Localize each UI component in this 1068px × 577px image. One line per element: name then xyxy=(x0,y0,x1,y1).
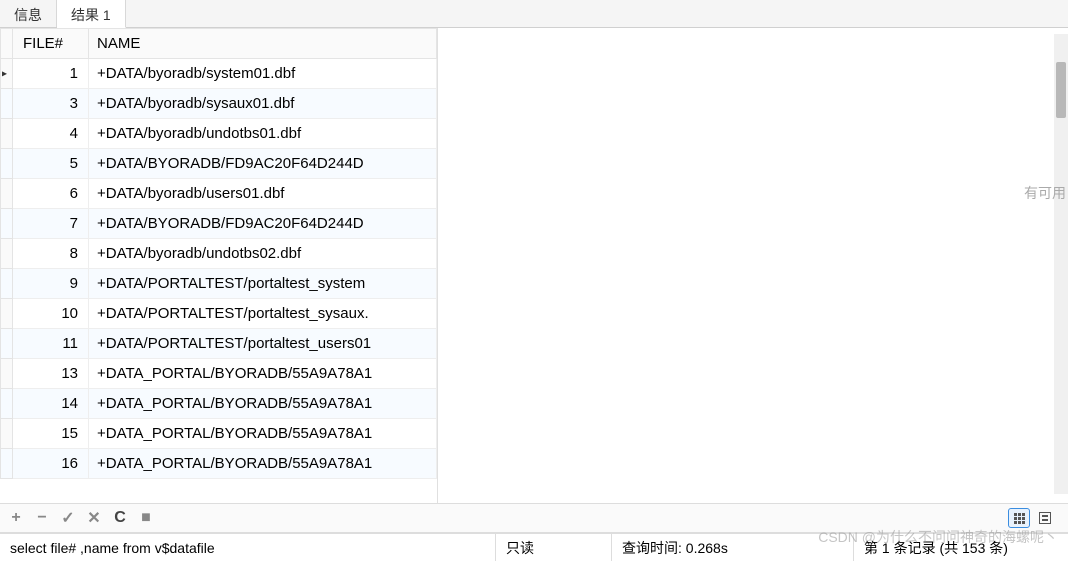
scrollbar-thumb[interactable] xyxy=(1056,62,1066,118)
status-sql: select file# ,name from v$datafile xyxy=(0,534,496,561)
cell-name[interactable]: +DATA_PORTAL/BYORADB/55A9A78A1 xyxy=(89,359,437,389)
table-row[interactable]: 16+DATA_PORTAL/BYORADB/55A9A78A1 xyxy=(1,449,437,479)
cell-file[interactable]: 14 xyxy=(13,389,89,419)
cell-file[interactable]: 1 xyxy=(13,59,89,89)
table-row[interactable]: 9+DATA/PORTALTEST/portaltest_system xyxy=(1,269,437,299)
cell-file[interactable]: 10 xyxy=(13,299,89,329)
tab-result-1[interactable]: 结果 1 xyxy=(57,0,126,28)
table-row[interactable]: 8+DATA/byoradb/undotbs02.dbf xyxy=(1,239,437,269)
cell-name[interactable]: +DATA/BYORADB/FD9AC20F64D244D xyxy=(89,209,437,239)
cell-name[interactable]: +DATA/byoradb/undotbs02.dbf xyxy=(89,239,437,269)
cell-name[interactable]: +DATA/byoradb/undotbs01.dbf xyxy=(89,119,437,149)
cell-file[interactable]: 5 xyxy=(13,149,89,179)
row-handle-header xyxy=(1,29,13,59)
vertical-scrollbar[interactable] xyxy=(1054,34,1068,494)
results-grid: FILE# NAME 1+DATA/byoradb/system01.dbf3+… xyxy=(0,28,438,503)
row-handle[interactable] xyxy=(1,419,13,449)
cell-file[interactable]: 3 xyxy=(13,89,89,119)
results-table: FILE# NAME 1+DATA/byoradb/system01.dbf3+… xyxy=(0,28,437,479)
row-handle[interactable] xyxy=(1,239,13,269)
side-hint-text: 有可用 xyxy=(1024,183,1066,203)
cell-file[interactable]: 6 xyxy=(13,179,89,209)
row-handle[interactable] xyxy=(1,299,13,329)
column-header-name[interactable]: NAME xyxy=(89,29,437,59)
refresh-button[interactable]: C xyxy=(110,508,130,528)
status-bar: select file# ,name from v$datafile 只读 查询… xyxy=(0,533,1068,561)
cell-name[interactable]: +DATA/PORTALTEST/portaltest_system xyxy=(89,269,437,299)
cell-name[interactable]: +DATA/PORTALTEST/portaltest_sysaux. xyxy=(89,299,437,329)
table-row[interactable]: 14+DATA_PORTAL/BYORADB/55A9A78A1 xyxy=(1,389,437,419)
grid-toolbar: + − ✓ ✕ C ■ xyxy=(0,503,1068,533)
cell-file[interactable]: 7 xyxy=(13,209,89,239)
row-handle[interactable] xyxy=(1,329,13,359)
table-row[interactable]: 7+DATA/BYORADB/FD9AC20F64D244D xyxy=(1,209,437,239)
row-handle[interactable] xyxy=(1,449,13,479)
table-row[interactable]: 1+DATA/byoradb/system01.dbf xyxy=(1,59,437,89)
content-area: FILE# NAME 1+DATA/byoradb/system01.dbf3+… xyxy=(0,28,1068,503)
table-row[interactable]: 13+DATA_PORTAL/BYORADB/55A9A78A1 xyxy=(1,359,437,389)
add-row-button[interactable]: + xyxy=(6,508,26,528)
cell-file[interactable]: 4 xyxy=(13,119,89,149)
row-handle[interactable] xyxy=(1,209,13,239)
row-handle[interactable] xyxy=(1,359,13,389)
stop-button[interactable]: ■ xyxy=(136,508,156,528)
status-record: 第 1 条记录 (共 153 条) xyxy=(854,534,1068,561)
cell-file[interactable]: 15 xyxy=(13,419,89,449)
form-view-button[interactable] xyxy=(1034,508,1056,528)
row-handle[interactable] xyxy=(1,119,13,149)
cell-name[interactable]: +DATA/byoradb/users01.dbf xyxy=(89,179,437,209)
grid-view-button[interactable] xyxy=(1008,508,1030,528)
confirm-button[interactable]: ✓ xyxy=(58,508,78,528)
tabs-bar: 信息 结果 1 xyxy=(0,0,1068,28)
cell-name[interactable]: +DATA/BYORADB/FD9AC20F64D244D xyxy=(89,149,437,179)
cell-name[interactable]: +DATA/byoradb/sysaux01.dbf xyxy=(89,89,437,119)
table-row[interactable]: 4+DATA/byoradb/undotbs01.dbf xyxy=(1,119,437,149)
cell-file[interactable]: 11 xyxy=(13,329,89,359)
right-empty-area xyxy=(438,28,1068,503)
remove-row-button[interactable]: − xyxy=(32,508,52,528)
cancel-button[interactable]: ✕ xyxy=(84,508,104,528)
row-handle[interactable] xyxy=(1,149,13,179)
table-row[interactable]: 5+DATA/BYORADB/FD9AC20F64D244D xyxy=(1,149,437,179)
cell-name[interactable]: +DATA/byoradb/system01.dbf xyxy=(89,59,437,89)
row-handle[interactable] xyxy=(1,269,13,299)
row-handle[interactable] xyxy=(1,179,13,209)
form-icon xyxy=(1039,512,1051,524)
cell-file[interactable]: 8 xyxy=(13,239,89,269)
cell-name[interactable]: +DATA_PORTAL/BYORADB/55A9A78A1 xyxy=(89,449,437,479)
row-handle[interactable] xyxy=(1,89,13,119)
cell-name[interactable]: +DATA_PORTAL/BYORADB/55A9A78A1 xyxy=(89,419,437,449)
toolbar-right xyxy=(1008,508,1062,528)
toolbar-left: + − ✓ ✕ C ■ xyxy=(6,508,156,528)
status-readonly: 只读 xyxy=(496,534,612,561)
cell-name[interactable]: +DATA_PORTAL/BYORADB/55A9A78A1 xyxy=(89,389,437,419)
cell-name[interactable]: +DATA/PORTALTEST/portaltest_users01 xyxy=(89,329,437,359)
grid-icon xyxy=(1014,513,1025,524)
status-query-time: 查询时间: 0.268s xyxy=(612,534,854,561)
row-handle[interactable] xyxy=(1,59,13,89)
cell-file[interactable]: 13 xyxy=(13,359,89,389)
table-row[interactable]: 11+DATA/PORTALTEST/portaltest_users01 xyxy=(1,329,437,359)
column-header-file[interactable]: FILE# xyxy=(13,29,89,59)
table-row[interactable]: 10+DATA/PORTALTEST/portaltest_sysaux. xyxy=(1,299,437,329)
tab-info[interactable]: 信息 xyxy=(0,0,57,27)
table-row[interactable]: 3+DATA/byoradb/sysaux01.dbf xyxy=(1,89,437,119)
row-handle[interactable] xyxy=(1,389,13,419)
table-row[interactable]: 15+DATA_PORTAL/BYORADB/55A9A78A1 xyxy=(1,419,437,449)
table-row[interactable]: 6+DATA/byoradb/users01.dbf xyxy=(1,179,437,209)
cell-file[interactable]: 9 xyxy=(13,269,89,299)
cell-file[interactable]: 16 xyxy=(13,449,89,479)
